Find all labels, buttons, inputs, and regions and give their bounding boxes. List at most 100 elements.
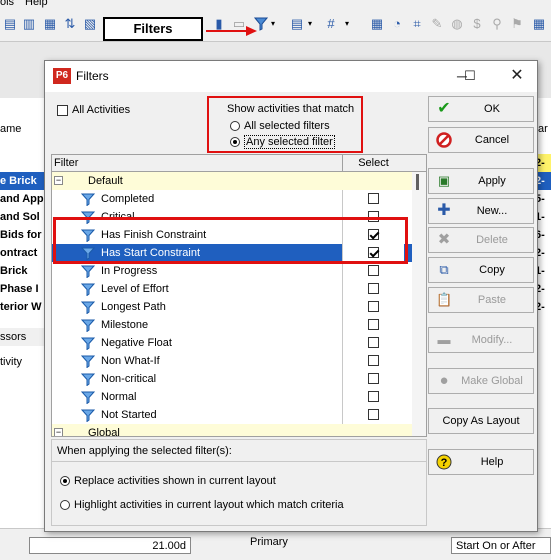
filter-row[interactable]: Negative Float: [52, 334, 412, 352]
scrollbar-thumb[interactable]: [416, 174, 419, 190]
filter-grid: Filter Select − Default Completed Critical H…: [51, 154, 427, 437]
detail-tab[interactable]: ssors: [0, 328, 46, 346]
help-button[interactable]: ? Help: [428, 449, 534, 475]
filter-group-row[interactable]: − Global: [52, 424, 412, 436]
schedule-icon[interactable]: ◔: [390, 17, 404, 31]
number-dropdown-icon[interactable]: ▾: [340, 17, 354, 31]
ok-button[interactable]: ✔ OK: [428, 96, 534, 122]
copy-button[interactable]: ⧉ Copy: [428, 257, 534, 283]
filter-icon: [80, 391, 96, 407]
grid-icon[interactable]: ▦: [43, 17, 57, 31]
grid-scrollbar[interactable]: [412, 172, 426, 436]
apply-button[interactable]: ▣ Apply: [428, 168, 534, 194]
select-checkbox[interactable]: [368, 193, 379, 204]
activity-row[interactable]: and App: [0, 190, 46, 208]
paste-button[interactable]: 📋 Paste: [428, 287, 534, 313]
activity-table-left: ame e Brick and App and Sol Bids for ont…: [0, 98, 46, 559]
report-icon[interactable]: ▦: [370, 17, 384, 31]
radio-button[interactable]: [230, 137, 240, 148]
activity-row[interactable]: Bids for: [0, 226, 46, 244]
select-checkbox[interactable]: [368, 391, 379, 402]
filter-label: Non What-If: [101, 355, 160, 367]
filter-label: Completed: [101, 193, 155, 205]
filter-row[interactable]: Milestone: [52, 316, 412, 334]
activity-row[interactable]: terior W: [0, 298, 46, 316]
close-icon[interactable]: ✕: [502, 65, 532, 87]
replace-activities-radio[interactable]: Replace activities shown in current layo…: [60, 475, 276, 487]
filter-label: Milestone: [101, 319, 149, 331]
select-checkbox[interactable]: [368, 319, 379, 330]
baseline-icon[interactable]: ✎: [430, 17, 444, 31]
radio-button[interactable]: [60, 500, 70, 511]
collapse-icon[interactable]: −: [54, 428, 63, 436]
columns-icon[interactable]: ▥: [22, 17, 36, 31]
filter-row[interactable]: Not Started: [52, 406, 412, 424]
filter-icon: [80, 409, 96, 425]
match-any-radio[interactable]: Any selected filter: [230, 135, 335, 150]
match-all-radio[interactable]: All selected filters: [230, 120, 330, 132]
table-dropdown-icon[interactable]: ▾: [303, 17, 317, 31]
resource-icon[interactable]: ▦: [532, 17, 546, 31]
radio-button[interactable]: [60, 476, 70, 487]
filter-column-header[interactable]: Filter: [54, 157, 78, 169]
activity-row[interactable]: e Brick: [0, 172, 46, 190]
radio-button[interactable]: [230, 121, 240, 132]
button-label: Copy As Layout: [442, 415, 520, 427]
filter-row[interactable]: Normal: [52, 388, 412, 406]
all-activities-label: All Activities: [72, 104, 131, 117]
group-icon[interactable]: ▧: [83, 17, 97, 31]
activity-row[interactable]: Phase I: [0, 280, 46, 298]
filter-icon: [80, 301, 96, 317]
filter-row[interactable]: Level of Effort: [52, 280, 412, 298]
filter-row[interactable]: In Progress: [52, 262, 412, 280]
detail-label: tivity: [0, 356, 22, 368]
select-checkbox[interactable]: [368, 355, 379, 366]
sort-icon[interactable]: ⇅: [63, 17, 77, 31]
make-global-button[interactable]: ● Make Global: [428, 368, 534, 394]
select-cell: [342, 388, 404, 406]
status-strip: 21.00d Primary Start On or After: [0, 528, 551, 560]
globe-icon[interactable]: ◍: [450, 17, 464, 31]
collapse-icon[interactable]: −: [54, 176, 63, 185]
select-checkbox[interactable]: [368, 337, 379, 348]
new-button[interactable]: ✚ New...: [428, 198, 534, 224]
filter-row[interactable]: Non-critical: [52, 370, 412, 388]
activity-row[interactable]: ontract: [0, 244, 46, 262]
filter-label: Longest Path: [101, 301, 166, 313]
constraint-field[interactable]: Start On or After: [451, 537, 551, 554]
cancel-button[interactable]: Cancel: [428, 127, 534, 153]
all-activities-box[interactable]: [57, 104, 68, 116]
assign-icon[interactable]: ⚑: [510, 17, 524, 31]
maximize-icon[interactable]: ☐: [455, 65, 485, 87]
filter-row[interactable]: Longest Path: [52, 298, 412, 316]
link-icon[interactable]: ⚲: [490, 17, 504, 31]
select-checkbox[interactable]: [368, 283, 379, 294]
select-checkbox[interactable]: [368, 265, 379, 276]
filter-dropdown-icon[interactable]: ▾: [266, 17, 280, 31]
level-icon[interactable]: ⌗: [410, 17, 424, 31]
copy-as-layout-button[interactable]: Copy As Layout: [428, 408, 534, 434]
all-activities-checkbox[interactable]: All Activities: [57, 104, 130, 116]
modify-button[interactable]: ▬ Modify...: [428, 327, 534, 353]
filter-row[interactable]: Non What-If: [52, 352, 412, 370]
select-checkbox[interactable]: [368, 301, 379, 312]
duration-field[interactable]: 21.00d: [29, 537, 191, 554]
activity-row[interactable]: and Sol: [0, 208, 46, 226]
select-column-header[interactable]: Select: [342, 155, 404, 171]
activity-row[interactable]: Brick: [0, 262, 46, 280]
menu-tools[interactable]: ols: [0, 0, 14, 8]
filter-row[interactable]: Completed: [52, 190, 412, 208]
menu-help[interactable]: Help: [25, 0, 48, 8]
apply-icon: ▣: [437, 173, 451, 188]
button-label: Delete: [476, 234, 508, 246]
select-checkbox[interactable]: [368, 373, 379, 384]
delete-button[interactable]: ✖ Delete: [428, 227, 534, 253]
dialog-title: Filters: [76, 69, 109, 83]
layout-icon[interactable]: ▤: [3, 17, 17, 31]
cost-icon[interactable]: $: [470, 17, 484, 31]
filter-group-row[interactable]: − Default: [52, 172, 412, 190]
highlight-activities-radio[interactable]: Highlight activities in current layout w…: [60, 499, 344, 511]
table-icon[interactable]: ▤: [290, 17, 304, 31]
number-icon[interactable]: #: [324, 17, 338, 31]
select-checkbox[interactable]: [368, 409, 379, 420]
